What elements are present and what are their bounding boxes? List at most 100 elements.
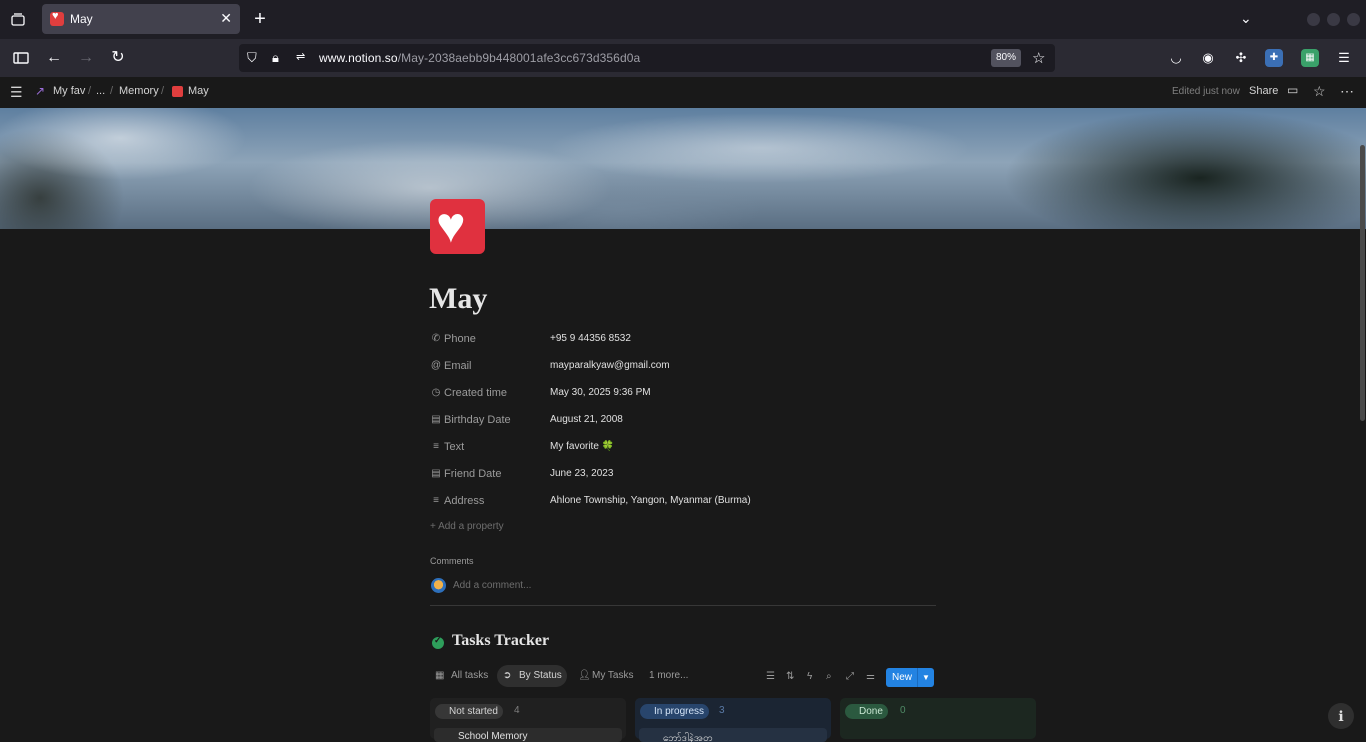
comment-input[interactable]: Add a comment... <box>453 580 531 591</box>
forward-icon[interactable]: → <box>76 48 96 68</box>
browser-toolbar: ← → ↻ ⛉ 🔒︎ ⇌ www.notion.so/May-2038aebb9… <box>0 39 1366 77</box>
lock-icon[interactable]: 🔒︎ <box>272 50 279 66</box>
share-button[interactable]: Share <box>1249 85 1278 97</box>
column-count: 3 <box>719 705 725 716</box>
bookmark-star-icon[interactable]: ☆ <box>1032 49 1045 67</box>
breadcrumb-may[interactable]: May <box>188 85 209 97</box>
new-tab-button[interactable]: + <box>250 8 270 30</box>
person-icon: 👤︎ <box>578 670 591 681</box>
board-card[interactable]: ဘော်ဒါနဲ့အတူ <box>639 728 827 742</box>
close-window-button[interactable] <box>1347 13 1360 26</box>
extensions-puzzle-icon[interactable]: ✣ <box>1232 49 1250 67</box>
text-icon: ≡ <box>433 495 439 506</box>
property-email[interactable]: @ Email mayparalkyaw@gmail.com <box>430 357 936 377</box>
expand-icon[interactable]: ⤢ <box>846 671 854 682</box>
permissions-icon[interactable]: ⇌ <box>296 50 305 63</box>
sort-icon[interactable]: ⇅ <box>786 671 794 682</box>
avatar <box>431 578 446 593</box>
browser-tab-may[interactable]: May ✕ <box>42 4 240 34</box>
tab-list-icon[interactable] <box>10 12 26 28</box>
property-value: May 30, 2025 9:36 PM <box>550 387 651 398</box>
search-icon[interactable]: ⌕ <box>826 671 832 682</box>
board-column-in-progress: In progress 3 ဘော်ဒါနဲ့အတူ <box>635 698 831 742</box>
sidebar-toggle-icon[interactable] <box>11 48 31 68</box>
filter-icon[interactable]: ☰ <box>766 671 775 682</box>
property-name: Text <box>444 441 465 453</box>
account-icon[interactable]: ◉ <box>1199 49 1217 67</box>
breadcrumb-memory[interactable]: Memory <box>119 85 159 97</box>
breadcrumb-ellipsis[interactable]: ... <box>96 85 105 97</box>
settings-sliders-icon[interactable]: ⚌ <box>866 671 875 682</box>
property-name: Birthday Date <box>444 414 511 426</box>
notion-topbar: ☰ ↗ My fav / ... / Memory / May Edited j… <box>0 77 1366 108</box>
property-created-time[interactable]: ◷ Created time May 30, 2025 9:36 PM <box>430 384 936 404</box>
board-card[interactable]: School Memory <box>434 728 622 742</box>
property-text[interactable]: ≡ Text My favorite 🍀 <box>430 438 936 458</box>
list-all-tabs-icon[interactable]: ⌄ <box>1240 10 1252 27</box>
edited-status: Edited just now <box>1172 86 1240 97</box>
maximize-window-button[interactable] <box>1327 13 1340 26</box>
chevron-down-icon[interactable]: ▼ <box>917 668 934 687</box>
view-tab-all-tasks[interactable]: ▦ All tasks <box>429 665 493 687</box>
back-icon[interactable]: ← <box>44 48 64 68</box>
property-phone[interactable]: ✆ Phone +95 9 44356 8532 <box>430 330 936 350</box>
view-tab-by-status[interactable]: ➲ By Status <box>497 665 567 687</box>
database-title[interactable]: Tasks Tracker <box>452 632 549 650</box>
page-cover-image <box>0 108 1366 229</box>
shield-icon[interactable]: ⛉ <box>247 50 257 66</box>
breadcrumb-separator: / <box>161 85 165 97</box>
zoom-level-badge[interactable]: 80% <box>991 49 1022 67</box>
app-menu-icon[interactable]: ☰ <box>1335 49 1353 67</box>
sidebar-menu-icon[interactable]: ☰ <box>10 84 23 101</box>
property-birthday-date[interactable]: ▤ Birthday Date August 21, 2008 <box>430 411 936 431</box>
url-text[interactable]: www.notion.so/May-2038aebb9b448001afe3cc… <box>319 51 640 65</box>
card-title: ဘော်ဒါနဲ့အတူ <box>663 733 713 742</box>
property-value[interactable]: mayparalkyaw@gmail.com <box>550 360 670 371</box>
board-column-not-started: Not started 4 School Memory <box>430 698 626 742</box>
property-friend-date[interactable]: ▤ Friend Date June 23, 2023 <box>430 465 936 485</box>
heart-page-icon[interactable] <box>430 195 485 255</box>
reload-icon[interactable]: ↻ <box>108 48 128 68</box>
clock-icon: ◷ <box>431 387 441 398</box>
extension-flag-icon[interactable]: ✚ <box>1265 49 1283 67</box>
pocket-icon[interactable]: ◡ <box>1167 49 1185 67</box>
property-value[interactable]: Ahlone Township, Yangon, Myanmar (Burma) <box>550 495 751 506</box>
property-name: Phone <box>444 333 476 345</box>
property-value[interactable]: My favorite 🍀 <box>550 441 614 452</box>
arrow-up-right-icon: ↗ <box>35 84 46 98</box>
status-badge: In progress <box>640 704 710 719</box>
breadcrumb-separator: / <box>110 85 114 97</box>
property-value[interactable]: August 21, 2008 <box>550 414 623 425</box>
heart-favicon-icon <box>50 10 64 26</box>
property-address[interactable]: ≡ Address Ahlone Township, Yangon, Myanm… <box>430 492 936 512</box>
comments-heading: Comments <box>430 556 474 566</box>
comment-icon[interactable]: ▭ <box>1287 83 1298 97</box>
heart-icon <box>172 86 183 97</box>
property-name: Email <box>444 360 472 372</box>
automation-lightning-icon[interactable]: ϟ <box>807 671 812 682</box>
new-button[interactable]: New ▼ <box>886 668 934 687</box>
board-column-done: Done 0 <box>840 698 1036 739</box>
favorite-star-icon[interactable]: ☆ <box>1313 83 1326 100</box>
breadcrumb-separator: / <box>88 85 92 97</box>
column-count: 0 <box>900 705 906 716</box>
scrollbar[interactable] <box>1360 145 1365 421</box>
text-icon: ≡ <box>433 441 439 452</box>
property-value[interactable]: June 23, 2023 <box>550 468 613 479</box>
property-name: Created time <box>444 387 507 399</box>
address-bar[interactable]: ⛉ 🔒︎ ⇌ www.notion.so/May-2038aebb9b44800… <box>239 44 1055 72</box>
view-tab-more[interactable]: 1 more... <box>643 665 693 687</box>
close-tab-icon[interactable]: ✕ <box>220 10 232 27</box>
minimize-window-button[interactable] <box>1307 13 1320 26</box>
browser-tab-bar: May ✕ + ⌄ <box>0 0 1366 39</box>
breadcrumb-my-fav[interactable]: My fav <box>53 85 85 97</box>
property-value[interactable]: +95 9 44356 8532 <box>550 333 631 344</box>
help-icon[interactable]: ℹ <box>1328 703 1354 729</box>
tab-title: May <box>70 12 93 26</box>
add-property-button[interactable]: + Add a property <box>430 521 504 532</box>
calendar-icon: ▤ <box>431 414 441 425</box>
view-tab-my-tasks[interactable]: 👤︎ My Tasks <box>572 665 638 687</box>
more-options-icon[interactable]: ⋯ <box>1340 83 1354 100</box>
page-title[interactable]: May <box>429 282 487 316</box>
extension-sheet-icon[interactable]: ▦ <box>1301 49 1319 67</box>
